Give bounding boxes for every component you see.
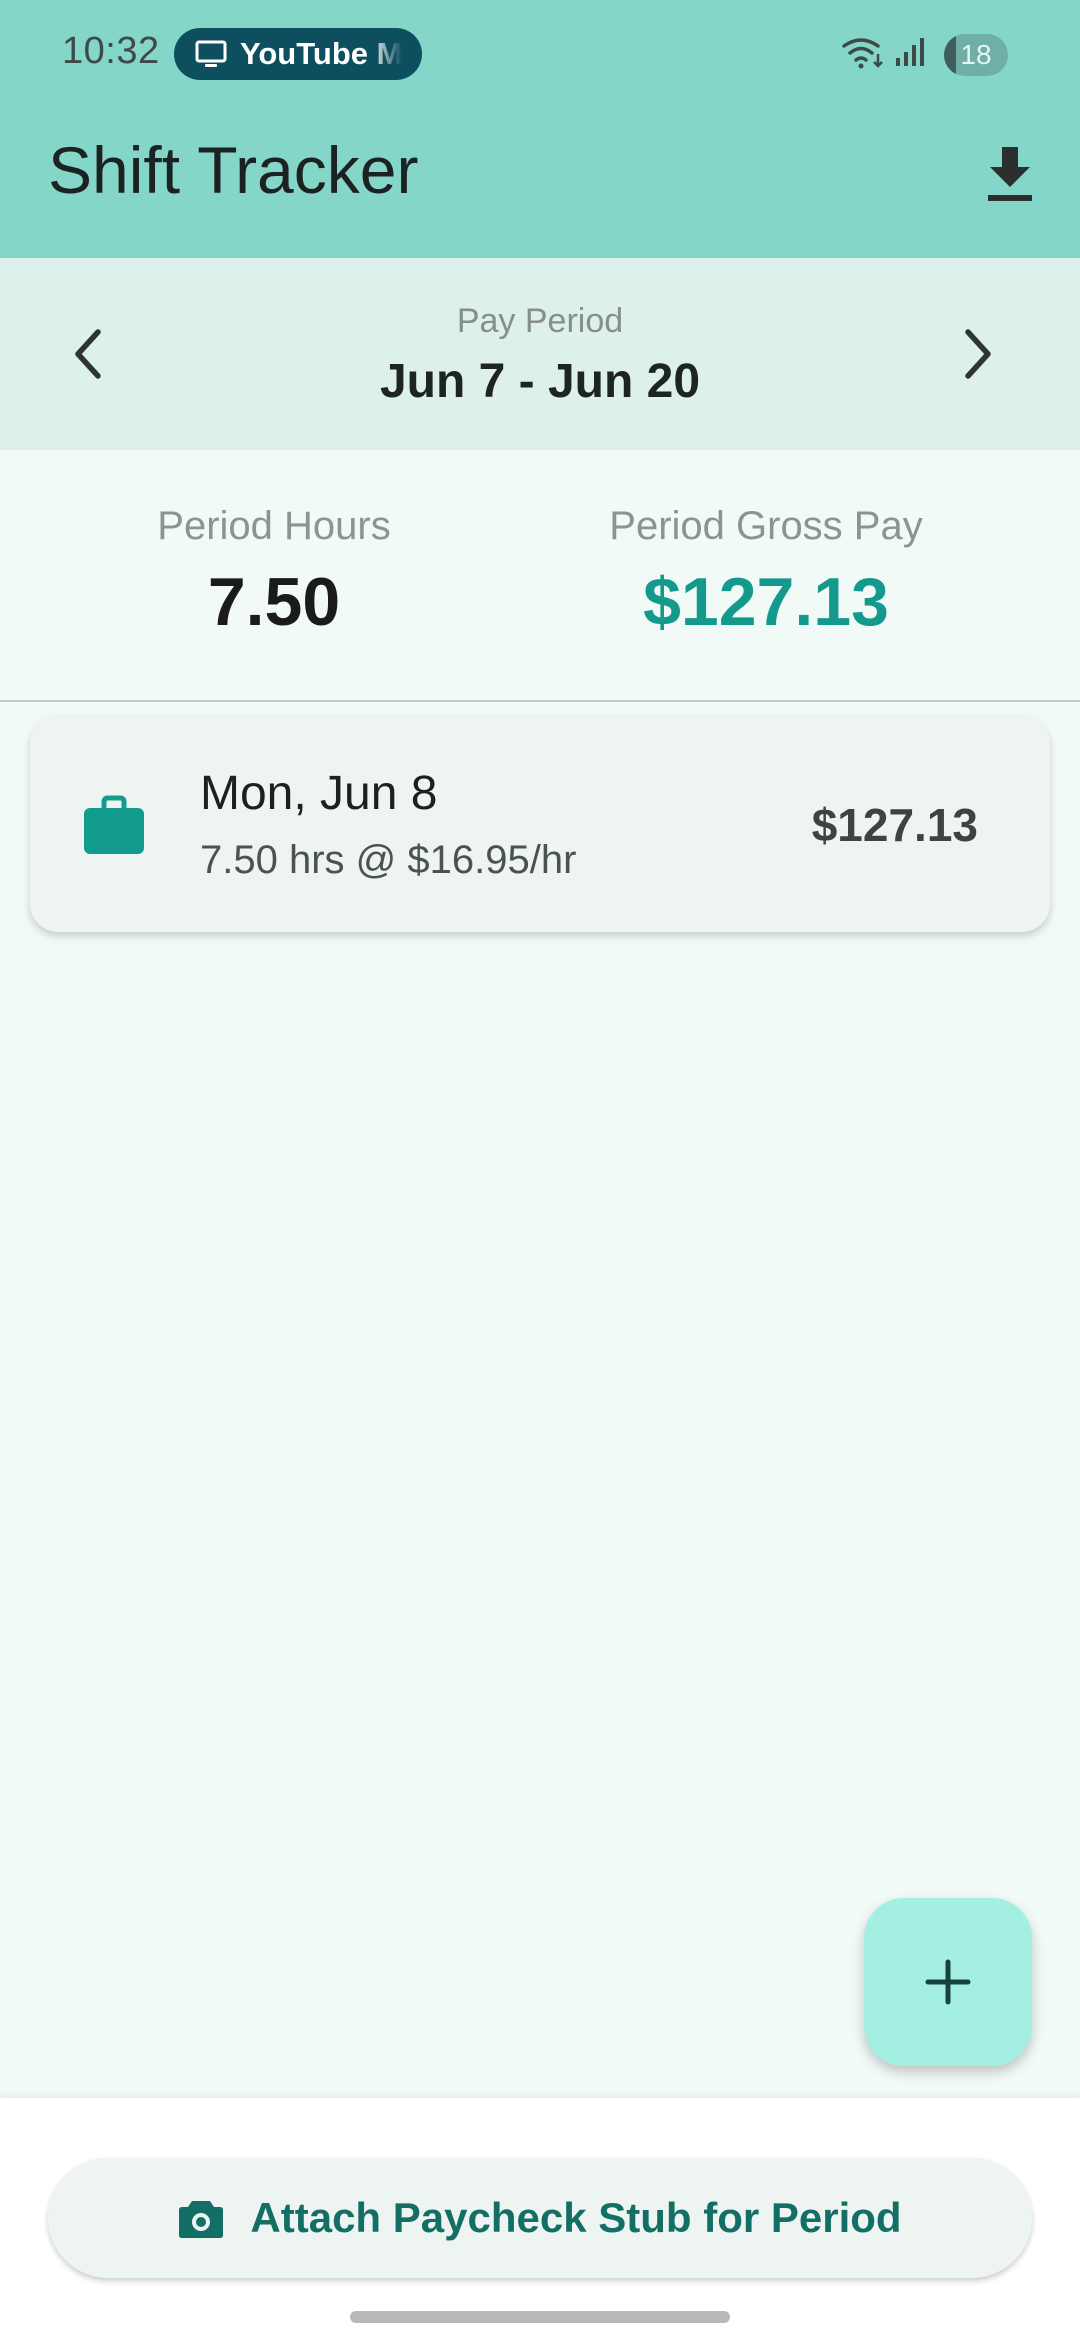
tv-icon [194, 37, 228, 71]
status-bar: 10:32 YouTube M 18 [0, 0, 1080, 110]
period-summary: Period Hours 7.50 Period Gross Pay $127.… [0, 450, 1080, 702]
shift-amount: $127.13 [811, 799, 978, 851]
status-time: 10:32 [62, 30, 160, 72]
add-shift-button[interactable] [864, 1898, 1032, 2066]
period-hours-stat: Period Hours 7.50 [124, 504, 424, 641]
shift-detail: 7.50 hrs @ $16.95/hr [200, 838, 577, 882]
bottom-bar: Attach Paycheck Stub for Period [0, 2098, 1080, 2340]
attach-button-label: Attach Paycheck Stub for Period [250, 2194, 902, 2241]
pay-period-selector: Pay Period Jun 7 - Jun 20 [0, 258, 1080, 450]
period-hours-value: 7.50 [207, 564, 341, 640]
camera-icon [178, 2197, 224, 2239]
home-indicator[interactable] [350, 2311, 730, 2323]
period-range: Jun 7 - Jun 20 [379, 355, 701, 408]
briefcase-icon [84, 795, 144, 854]
app-title: Shift Tracker [48, 133, 419, 207]
period-pay-stat: Period Gross Pay $127.13 [566, 504, 966, 641]
cast-chip-label: YouTube M [240, 36, 403, 71]
attach-paycheck-stub-button[interactable]: Attach Paycheck Stub for Period [48, 2158, 1032, 2278]
period-pay-value: $127.13 [643, 564, 889, 640]
cast-chip[interactable]: YouTube M [174, 28, 422, 80]
shift-list-item[interactable]: Mon, Jun 8 7.50 hrs @ $16.95/hr $127.13 [30, 716, 1050, 932]
next-period-button[interactable] [930, 306, 1026, 402]
shift-date: Mon, Jun 8 [200, 767, 438, 820]
chevron-right-icon [965, 329, 991, 379]
plus-icon [925, 1959, 971, 2005]
download-button[interactable] [976, 140, 1044, 208]
period-hours-label: Period Hours [157, 504, 391, 548]
wifi-icon [840, 34, 886, 75]
period-label: Pay Period [456, 302, 624, 340]
system-icons: 18 [820, 28, 1080, 84]
app-header: 10:32 YouTube M 18 Shift Tracker [0, 0, 1080, 258]
cell-signal-icon [894, 34, 928, 75]
download-icon [988, 147, 1032, 201]
battery-icon: 18 [944, 34, 1008, 76]
period-pay-label: Period Gross Pay [609, 504, 923, 548]
battery-percent: 18 [960, 39, 992, 70]
